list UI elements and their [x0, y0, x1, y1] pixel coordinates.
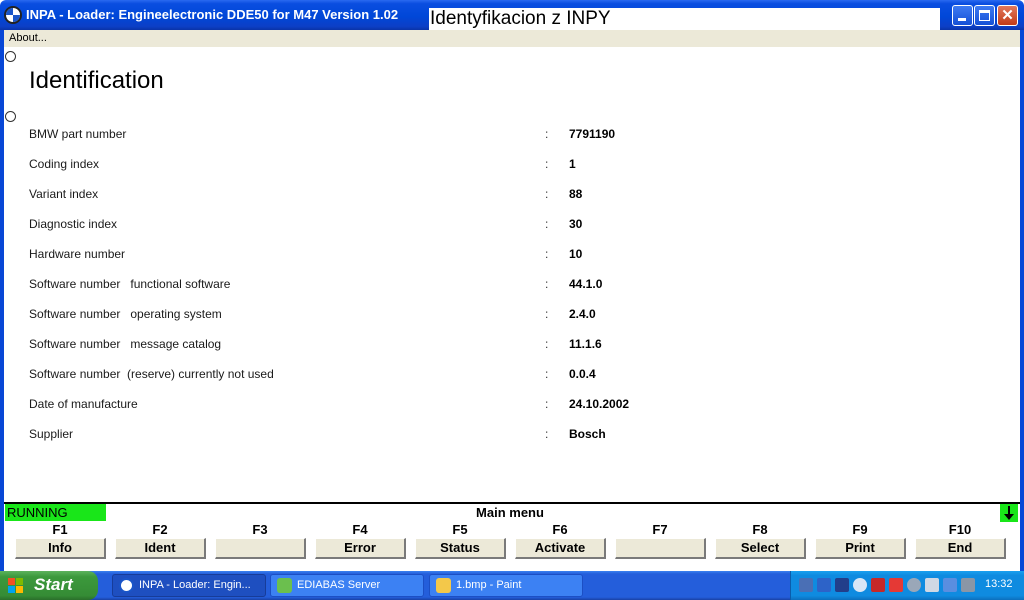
field-label: Software number message catalog [29, 337, 222, 351]
taskbar: Start INPA - Loader: Engin... EDIABAS Se… [0, 571, 1024, 600]
menu-item-about[interactable]: About... [9, 32, 47, 44]
start-label: Start [34, 575, 73, 594]
fkey-label-f5: F5 [452, 522, 468, 537]
field-label: Date of manufacture [29, 397, 138, 411]
indicator-dot [5, 51, 16, 62]
field-separator: : [545, 337, 549, 351]
field-label: Hardware number [29, 247, 126, 261]
field-label: Coding index [29, 157, 100, 171]
field-label: Software number (reserve) currently not … [29, 367, 274, 381]
minimize-icon [958, 18, 966, 21]
taskbar-item-ediabas[interactable]: EDIABAS Server [270, 574, 424, 597]
fkey-label-f10: F10 [948, 522, 972, 537]
ediabas-icon [277, 578, 292, 593]
field-separator: : [545, 427, 549, 441]
arrow-head [1004, 514, 1014, 520]
windows-logo-icon [8, 578, 24, 594]
fkey-label-f2: F2 [152, 522, 168, 537]
computer-icon[interactable] [961, 578, 975, 592]
field-separator: : [545, 217, 549, 231]
paint-icon [436, 578, 451, 593]
battery-icon[interactable] [835, 578, 849, 592]
security-icon[interactable] [871, 578, 885, 592]
fkey-button-f5[interactable]: Status [415, 538, 506, 559]
field-separator: : [545, 307, 549, 321]
fkey-label-f3: F3 [252, 522, 268, 537]
window-title: INPA - Loader: Engineelectronic DDE50 fo… [26, 7, 399, 22]
close-button[interactable]: ✕ [997, 5, 1018, 26]
fkey-button-f1[interactable]: Info [15, 538, 106, 559]
field-separator: : [545, 277, 549, 291]
taskbar-item-inpa[interactable]: INPA - Loader: Engin... [112, 574, 266, 597]
fkey-label-f7: F7 [652, 522, 668, 537]
power-icon[interactable] [853, 578, 867, 592]
field-separator: : [545, 247, 549, 261]
menu-title: Main menu [476, 505, 544, 520]
monitor-icon[interactable] [817, 578, 831, 592]
fkey-button-f6[interactable]: Activate [515, 538, 606, 559]
field-separator: : [545, 187, 549, 201]
page-title: Identification [29, 67, 164, 94]
field-value: 2.4.0 [569, 307, 596, 321]
field-value: 7791190 [569, 127, 616, 141]
bmw-icon [119, 578, 134, 593]
antivirus-icon[interactable] [889, 578, 903, 592]
menu-bar: About... [0, 30, 1024, 47]
fkey-button-f4[interactable]: Error [315, 538, 406, 559]
field-separator: : [545, 367, 549, 381]
bmw-logo-icon [4, 6, 22, 24]
field-label: Software number operating system [29, 307, 222, 321]
fkey-button-f7[interactable] [615, 538, 706, 559]
taskbar-item-label: INPA - Loader: Engin... [139, 579, 251, 591]
maximize-button[interactable] [974, 5, 995, 26]
fkey-label-f9: F9 [852, 522, 868, 537]
field-separator: : [545, 397, 549, 411]
fkey-button-f9[interactable]: Print [815, 538, 906, 559]
taskbar-item-label: EDIABAS Server [297, 579, 381, 591]
update-icon[interactable] [907, 578, 921, 592]
status-badge: RUNNING [5, 504, 106, 521]
fkey-button-f8[interactable]: Select [715, 538, 806, 559]
field-value: 11.1.6 [569, 337, 602, 351]
network-icon[interactable] [799, 578, 813, 592]
system-tray: 13:32 [790, 571, 1024, 600]
fkey-button-f10[interactable]: End [915, 538, 1006, 559]
field-label: Software number functional software [29, 277, 231, 291]
minimize-button[interactable] [952, 5, 973, 26]
field-value: 10 [569, 247, 583, 261]
fkey-label-f8: F8 [752, 522, 768, 537]
field-separator: : [545, 157, 549, 171]
volume-icon[interactable] [925, 578, 939, 592]
taskbar-item-paint[interactable]: 1.bmp - Paint [429, 574, 583, 597]
field-separator: : [545, 127, 549, 141]
field-value: 88 [569, 187, 583, 201]
field-value: 24.10.2002 [569, 397, 630, 411]
fkey-button-f3[interactable] [215, 538, 306, 559]
field-value: 30 [569, 217, 583, 231]
indicator-dot [5, 111, 16, 122]
taskbar-item-label: 1.bmp - Paint [456, 579, 522, 591]
field-value: Bosch [569, 427, 606, 441]
display-icon[interactable] [943, 578, 957, 592]
close-icon: ✕ [1001, 7, 1014, 24]
field-value: 1 [569, 157, 576, 171]
field-label: Supplier [29, 427, 74, 441]
maximize-icon [979, 10, 990, 21]
fkey-label-f1: F1 [52, 522, 68, 537]
fkey-label-f6: F6 [552, 522, 568, 537]
fkey-button-f2[interactable]: Ident [115, 538, 206, 559]
field-value: 0.0.4 [569, 367, 596, 381]
clock: 13:32 [985, 578, 1013, 590]
start-button[interactable]: Start [0, 571, 98, 600]
field-label: Diagnostic index [29, 217, 118, 231]
field-value: 44.1.0 [569, 277, 603, 291]
fkey-label-f4: F4 [352, 522, 368, 537]
field-label: BMW part number [29, 127, 127, 141]
field-label: Variant index [29, 187, 99, 201]
scroll-down-button[interactable] [1000, 504, 1018, 522]
